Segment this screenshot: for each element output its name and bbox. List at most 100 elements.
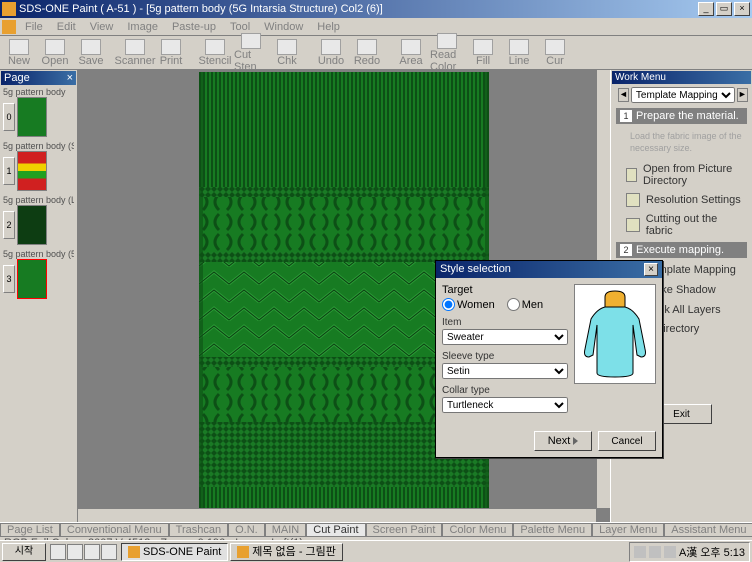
wm-cutting-fabric[interactable]: Cutting out the fabric [612,210,751,240]
tray-icon-1[interactable] [634,546,646,558]
page-panel: Page× 5g pattern body 0 5g pattern body … [0,70,78,522]
line-icon [509,39,529,55]
radio-women[interactable]: Women [442,298,495,311]
resolution-icon [626,193,640,207]
area-icon [401,39,421,55]
item-select[interactable]: Sweater [442,329,568,345]
chk-icon [277,39,297,55]
tray-lang[interactable]: A漢 [679,544,697,560]
menu-view[interactable]: View [83,20,121,34]
bottom-tab-strip: Page List Conventional Menu Trashcan O.N… [0,522,752,536]
tb-new[interactable]: New [2,38,36,68]
tb-cur[interactable]: Cur [538,38,572,68]
system-tray: A漢 오후 5:13 [629,542,750,562]
tb-chk[interactable]: Chk [270,38,304,68]
tb-line[interactable]: Line [502,38,536,68]
tray-icon-2[interactable] [649,546,661,558]
new-icon [9,39,29,55]
tab-conventional[interactable]: Conventional Menu [60,523,169,536]
tb-fill[interactable]: Fill [466,38,500,68]
tab-screenpaint[interactable]: Screen Paint [366,523,443,536]
menu-image[interactable]: Image [120,20,165,34]
tb-stencil[interactable]: Stencil [198,38,232,68]
page-item-3[interactable]: 5g pattern body (5G 3 [3,249,74,299]
app-menu-icon [2,20,16,34]
ql-icon-1[interactable] [50,544,66,560]
page-item-2[interactable]: 5g pattern body (Loc: 2 [3,195,74,245]
tab-colormenu[interactable]: Color Menu [442,523,513,536]
menu-help[interactable]: Help [310,20,347,34]
work-menu-header: Work Menu [612,71,751,84]
wm-prev-icon[interactable]: ◄ [618,88,629,102]
windows-taskbar: 시작 SDS-ONE Paint 제목 없음 - 그림판 A漢 오후 5:13 [0,540,752,562]
wm-step-2: 2 Execute mapping. [616,242,747,258]
page-item-0[interactable]: 5g pattern body 0 [3,87,74,137]
menu-edit[interactable]: Edit [50,20,83,34]
open-icon [45,39,65,55]
tb-cutsten[interactable]: Cut Sten [234,32,268,74]
tb-scanner[interactable]: Scanner [118,38,152,68]
ql-icon-3[interactable] [84,544,100,560]
cutsten-icon [241,33,261,49]
next-arrow-icon [573,437,578,445]
wm-open-picture-dir[interactable]: Open from Picture Directory [612,160,751,190]
tab-layermenu[interactable]: Layer Menu [592,523,664,536]
window-titlebar: SDS-ONE Paint ( A-51 ) - [5g pattern bod… [0,0,752,18]
tray-icon-3[interactable] [664,546,676,558]
menu-pasteup[interactable]: Paste-up [165,20,223,34]
tb-open[interactable]: Open [38,38,72,68]
page-panel-header: Page× [1,71,76,85]
ql-icon-4[interactable] [101,544,117,560]
menu-file[interactable]: File [18,20,50,34]
undo-icon [321,39,341,55]
tab-palettemenu[interactable]: Palette Menu [513,523,592,536]
collar-select[interactable]: Turtleneck [442,397,568,413]
target-group: Target Women Men [442,284,568,311]
cancel-button[interactable]: Cancel [598,431,656,451]
readcolor-icon [437,33,457,49]
task-sdsone[interactable]: SDS-ONE Paint [121,543,228,561]
dialog-titlebar[interactable]: Style selection × [436,261,662,278]
close-button[interactable]: × [734,2,750,16]
tab-on[interactable]: O.N. [228,523,265,536]
minimize-button[interactable]: _ [698,2,714,16]
tab-cutpaint[interactable]: Cut Paint [306,523,365,536]
quick-launch [50,544,117,560]
sleeve-select[interactable]: Setin [442,363,568,379]
page-panel-close-icon[interactable]: × [67,72,73,84]
wm-next-icon[interactable]: ► [737,88,748,102]
tab-main[interactable]: MAIN [265,523,307,536]
task-paint-icon [237,546,249,558]
item-label: Item [442,317,568,328]
tab-assistant[interactable]: Assistant Menu [664,523,752,536]
app-icon [2,2,16,16]
wm-step-1-desc: Load the fabric image of the necessary s… [612,126,751,160]
tb-save[interactable]: Save [74,38,108,68]
wm-step-1: 1 Prepare the material. [616,108,747,124]
page-item-1[interactable]: 5g pattern body (SPL 1 [3,141,74,191]
tb-print[interactable]: Print [154,38,188,68]
task-paint[interactable]: 제목 없음 - 그림판 [230,543,343,561]
redo-icon [357,39,377,55]
dialog-close-button[interactable]: × [644,263,658,276]
workmenu-dropdown[interactable]: Template Mapping [631,87,735,103]
tb-area[interactable]: Area [394,38,428,68]
next-button[interactable]: Next [534,431,592,451]
maximize-button[interactable]: ▭ [716,2,732,16]
radio-men[interactable]: Men [507,298,543,311]
tb-readcolor[interactable]: Read Color [430,32,464,74]
tb-redo[interactable]: Redo [350,38,384,68]
tab-trashcan[interactable]: Trashcan [169,523,228,536]
wm-resolution-settings[interactable]: Resolution Settings [612,190,751,210]
folder-icon [626,168,637,182]
tab-pagelist[interactable]: Page List [0,523,60,536]
start-button[interactable]: 시작 [2,543,46,561]
menubar: File Edit View Image Paste-up Tool Windo… [0,18,752,36]
sleeve-label: Sleeve type [442,351,568,362]
stencil-icon [205,39,225,55]
cur-icon [545,39,565,55]
ql-icon-2[interactable] [67,544,83,560]
tb-undo[interactable]: Undo [314,38,348,68]
canvas-hscrollbar[interactable] [78,508,596,522]
scanner-icon [125,39,145,55]
